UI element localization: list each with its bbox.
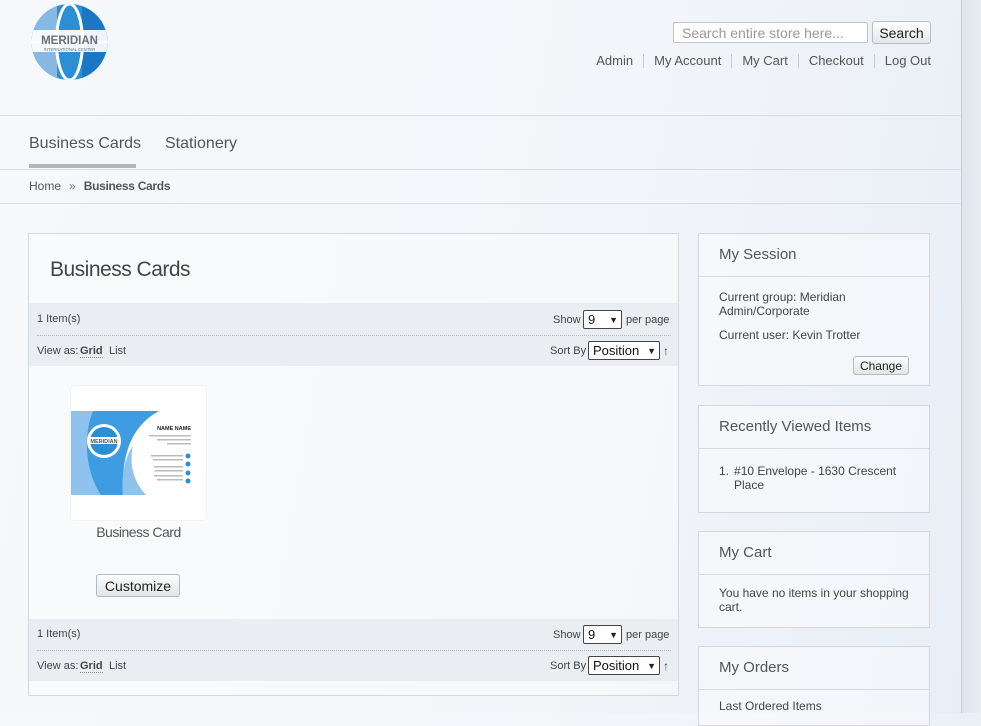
- view-list-link[interactable]: List: [109, 660, 126, 672]
- category-panel: Business Cards 1 Item(s) Show 9 ▼ per pa…: [28, 233, 679, 696]
- item-count: 1 Item(s): [37, 313, 81, 325]
- view-as-label: View as:: [37, 660, 79, 672]
- per-page-select[interactable]: 9 ▼: [583, 625, 622, 644]
- cart-title: My Cart: [699, 532, 929, 575]
- item-count: 1 Item(s): [37, 628, 81, 640]
- view-list-link[interactable]: List: [109, 345, 126, 357]
- cart-box: My Cart You have no items in your shoppi…: [698, 531, 930, 628]
- per-page-label: per page: [626, 314, 670, 326]
- recently-viewed-item[interactable]: #10 Envelope - 1630 Crescent Place: [734, 464, 909, 492]
- product-image[interactable]: MERIDIAN NAME NAME: [71, 386, 206, 520]
- header-links: Admin My Account My Cart Checkout Log Ou…: [586, 54, 931, 68]
- meridian-logo[interactable]: MERIDIAN INTERNATIONAL CENTER: [31, 2, 108, 82]
- customize-button[interactable]: Customize: [96, 574, 180, 597]
- sorter-bottom: View as: Grid List Sort By Position ▼ ↑: [29, 651, 678, 681]
- breadcrumb-separator: »: [69, 179, 76, 193]
- log-out-link[interactable]: Log Out: [873, 54, 931, 68]
- chevron-down-icon: ▼: [609, 629, 618, 640]
- list-number: 1.: [719, 464, 730, 478]
- search-button[interactable]: Search: [872, 21, 931, 44]
- recently-viewed-box: Recently Viewed Items 1. #10 Envelope - …: [698, 405, 930, 513]
- card-logo-text: MERIDIAN: [90, 439, 117, 445]
- breadcrumb: Home » Business Cards: [29, 179, 171, 193]
- checkout-link[interactable]: Checkout: [797, 54, 874, 68]
- chevron-down-icon: ▼: [647, 345, 656, 356]
- nav-item-business-cards[interactable]: Business Cards: [29, 135, 141, 153]
- sorter-top: View as: Grid List Sort By Position ▼ ↑: [29, 336, 678, 366]
- view-grid-link[interactable]: Grid: [80, 660, 103, 673]
- recently-viewed-title: Recently Viewed Items: [699, 406, 929, 449]
- view-as-label: View as:: [37, 345, 79, 357]
- logo-text: MERIDIAN: [41, 35, 98, 47]
- chevron-down-icon: ▼: [609, 314, 618, 325]
- sort-by-value: Position: [593, 343, 640, 358]
- header-divider: [0, 115, 961, 116]
- sort-by-label: Sort By: [550, 345, 587, 357]
- last-ordered-label: Last Ordered Items: [719, 699, 822, 713]
- breadcrumb-divider: [0, 203, 961, 204]
- my-cart-link[interactable]: My Cart: [731, 54, 798, 68]
- sort-by-select[interactable]: Position ▼: [588, 341, 660, 360]
- sort-direction-icon[interactable]: ↑: [663, 659, 669, 673]
- sort-by-value: Position: [593, 658, 640, 673]
- change-button[interactable]: Change: [853, 356, 909, 375]
- show-label: Show: [553, 314, 581, 326]
- per-page-value: 9: [588, 627, 596, 642]
- view-grid-link[interactable]: Grid: [80, 345, 103, 358]
- per-page-label: per page: [626, 629, 670, 641]
- cart-empty-text: You have no items in your shopping cart.: [719, 586, 909, 614]
- pager-bottom: 1 Item(s) Show 9 ▼ per page: [29, 619, 678, 651]
- search-input[interactable]: [673, 22, 868, 43]
- card-name-text: NAME NAME: [157, 426, 191, 432]
- session-user: Current user: Kevin Trotter: [719, 328, 861, 342]
- nav-item-stationery[interactable]: Stationery: [165, 135, 237, 153]
- logo-subtext: INTERNATIONAL CENTER: [44, 47, 95, 52]
- pager-top: 1 Item(s) Show 9 ▼ per page: [29, 303, 678, 336]
- my-account-link[interactable]: My Account: [643, 54, 731, 68]
- window-scroll-rail[interactable]: [961, 0, 981, 713]
- orders-title: My Orders: [699, 647, 929, 690]
- per-page-value: 9: [588, 312, 596, 327]
- breadcrumb-current: Business Cards: [83, 179, 171, 193]
- orders-box: My Orders Last Ordered Items: [698, 646, 930, 726]
- session-group: Current group: Meridian Admin/Corporate: [719, 290, 846, 318]
- product-name[interactable]: Business Card: [71, 524, 206, 540]
- session-title: My Session: [699, 234, 929, 277]
- per-page-select[interactable]: 9 ▼: [583, 310, 622, 329]
- page-title: Business Cards: [50, 258, 191, 281]
- sort-by-label: Sort By: [550, 660, 587, 672]
- admin-link[interactable]: Admin: [586, 54, 643, 68]
- nav-divider: [0, 169, 961, 170]
- show-label: Show: [553, 629, 581, 641]
- sort-by-select[interactable]: Position ▼: [588, 656, 660, 675]
- chevron-down-icon: ▼: [647, 660, 656, 671]
- session-box: My Session Current group: Meridian Admin…: [698, 233, 930, 386]
- nav-active-indicator: [29, 164, 136, 168]
- breadcrumb-home-link[interactable]: Home: [29, 179, 61, 193]
- sort-direction-icon[interactable]: ↑: [663, 344, 669, 358]
